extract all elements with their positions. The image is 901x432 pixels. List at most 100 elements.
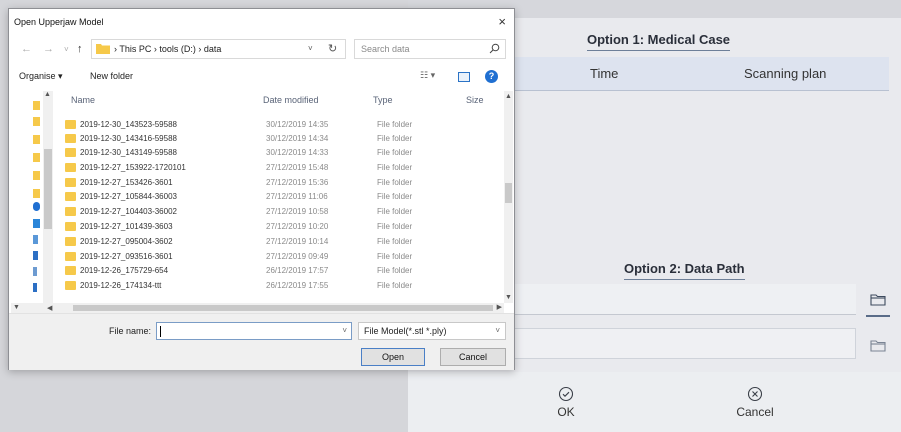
- new-folder-button[interactable]: New folder: [90, 71, 133, 81]
- file-type: File folder: [377, 222, 413, 231]
- chevron-down-icon[interactable]: ˅: [64, 45, 69, 54]
- refresh-icon[interactable]: ↻: [328, 42, 337, 55]
- column-size[interactable]: Size: [466, 95, 484, 105]
- folder-icon[interactable]: [33, 189, 40, 198]
- preview-pane-icon[interactable]: [458, 72, 470, 82]
- folder-icon[interactable]: [33, 153, 40, 162]
- file-row[interactable]: 2019-12-27_105844-36003 27/12/2019 11:06 F…: [61, 191, 506, 203]
- file-date: 30/12/2019 14:35: [266, 120, 329, 129]
- file-row[interactable]: 2019-12-30_143523-59588 30/12/2019 14:35 F…: [61, 119, 506, 131]
- folder-icon: [65, 163, 76, 172]
- file-name: 2019-12-30_143149-59588: [80, 148, 177, 157]
- file-type: File folder: [377, 120, 413, 129]
- column-date-modified[interactable]: Date modified: [263, 95, 319, 105]
- dialog-cancel-button[interactable]: Cancel: [440, 348, 506, 366]
- option2-title-text: Option 2: Data Path: [624, 261, 745, 276]
- folder-icon: [65, 266, 76, 275]
- file-name: 2019-12-26_174134-ttt: [80, 281, 162, 290]
- browse-folder-button-2[interactable]: [864, 331, 892, 359]
- file-row[interactable]: 2019-12-27_101439-3603 27/12/2019 10:20 Fi…: [61, 221, 506, 233]
- file-name: 2019-12-26_175729-654: [80, 266, 169, 275]
- help-icon[interactable]: ?: [485, 70, 498, 83]
- view-options-icon[interactable]: ☷ ▾: [420, 70, 435, 81]
- open-button[interactable]: Open: [361, 348, 425, 366]
- ok-button[interactable]: OK: [548, 386, 584, 419]
- scroll-down-icon[interactable]: ▼: [13, 304, 20, 311]
- drive-icon[interactable]: [33, 235, 38, 244]
- cancel-button[interactable]: Cancel: [730, 386, 780, 419]
- hscroll-thumb[interactable]: [73, 305, 493, 311]
- file-date: 30/12/2019 14:34: [266, 134, 329, 143]
- quick-access-folder-icon[interactable]: [33, 101, 40, 110]
- nav-pane-scroll-thumb[interactable]: [44, 149, 52, 229]
- scroll-down-icon[interactable]: ▼: [505, 294, 512, 301]
- chevron-down-icon[interactable]: ˅: [495, 326, 500, 335]
- folder-icon[interactable]: [33, 117, 40, 126]
- file-type-select[interactable]: File Model(*.stl *.ply) ˅: [358, 322, 506, 340]
- file-list-scroll-thumb[interactable]: [505, 183, 512, 203]
- file-name-input[interactable]: ˅: [156, 322, 352, 340]
- file-row[interactable]: 2019-12-30_143149-59588 30/12/2019 14:33 F…: [61, 147, 506, 159]
- scroll-up-icon[interactable]: ▲: [44, 91, 51, 98]
- file-date: 26/12/2019 17:55: [266, 281, 329, 290]
- folder-icon: [96, 44, 110, 54]
- file-type: File folder: [377, 192, 413, 201]
- column-type[interactable]: Type: [373, 95, 393, 105]
- file-date: 27/12/2019 11:06: [266, 192, 328, 201]
- file-row[interactable]: 2019-12-26_175729-654 26/12/2019 17:57 Fil…: [61, 265, 506, 277]
- nav-pane-hscroll[interactable]: ▼ ◀: [11, 303, 61, 313]
- file-type: File folder: [377, 237, 413, 246]
- option1-title-underline: [587, 50, 731, 51]
- forward-arrow-icon[interactable]: →: [43, 43, 54, 55]
- close-icon[interactable]: ×: [498, 14, 506, 29]
- navigation-pane: ▲: [11, 91, 56, 303]
- search-icon: [489, 43, 500, 54]
- nav-pane-scrollbar[interactable]: ▲: [43, 91, 53, 303]
- address-path: › This PC › tools (D:) › data: [114, 44, 222, 54]
- address-row: ← → ˅ ↑ › This PC › tools (D:) › data ˅ …: [9, 37, 514, 63]
- folder-icon: [65, 192, 76, 201]
- drive-icon[interactable]: [33, 267, 37, 276]
- file-row[interactable]: 2019-12-26_174134-ttt 26/12/2019 17:55 Fil…: [61, 280, 506, 292]
- column-time[interactable]: Time: [590, 66, 618, 81]
- file-name: 2019-12-27_104403-36002: [80, 207, 177, 216]
- folder-icon[interactable]: [33, 171, 40, 180]
- file-list-scrollbar[interactable]: ▲ ▼: [504, 91, 513, 303]
- file-name: 2019-12-30_143523-59588: [80, 120, 177, 129]
- up-arrow-icon[interactable]: ↑: [77, 43, 83, 55]
- onedrive-icon[interactable]: [33, 202, 40, 211]
- back-arrow-icon[interactable]: ←: [21, 43, 32, 55]
- cancel-label: Cancel: [736, 405, 774, 419]
- scroll-up-icon[interactable]: ▲: [505, 93, 512, 100]
- file-type-value: File Model(*.stl *.ply): [364, 326, 447, 336]
- file-row[interactable]: 2019-12-30_143416-59588 30/12/2019 14:34 F…: [61, 133, 506, 145]
- search-placeholder: Search data: [361, 44, 410, 54]
- file-row[interactable]: 2019-12-27_095004-3602 27/12/2019 10:14 Fi…: [61, 236, 506, 248]
- file-row[interactable]: 2019-12-27_153922-1720101 27/12/2019 15:4…: [61, 162, 506, 174]
- organise-menu[interactable]: Organise ▾: [19, 71, 63, 82]
- file-row[interactable]: 2019-12-27_104403-36002 27/12/2019 10:58 F…: [61, 206, 506, 218]
- scroll-left-icon[interactable]: ◀: [47, 304, 52, 312]
- file-type: File folder: [377, 252, 413, 261]
- chevron-down-icon[interactable]: ˅: [342, 326, 347, 335]
- folder-icon: [65, 207, 76, 216]
- search-input[interactable]: Search data: [354, 39, 506, 59]
- browse-folder-button-1[interactable]: [864, 285, 892, 317]
- folder-icon[interactable]: [33, 135, 40, 144]
- column-name[interactable]: Name: [71, 95, 95, 105]
- open-file-dialog: Open Upperjaw Model × ← → ˅ ↑ › This PC …: [8, 8, 515, 370]
- scroll-right-icon[interactable]: ▶: [497, 303, 502, 311]
- folder-icon: [65, 237, 76, 246]
- file-list: Name Date modified Type Size 2019-12-30_…: [61, 91, 506, 303]
- drive-icon[interactable]: [33, 251, 38, 260]
- file-row[interactable]: 2019-12-27_093516-3601 27/12/2019 09:49 Fi…: [61, 251, 506, 263]
- this-pc-icon[interactable]: [33, 219, 40, 228]
- chevron-down-icon[interactable]: ˅: [308, 44, 313, 53]
- address-bar[interactable]: › This PC › tools (D:) › data ˅ ↻: [91, 39, 346, 59]
- network-icon[interactable]: [33, 283, 37, 292]
- file-name: 2019-12-27_101439-3603: [80, 222, 173, 231]
- column-scanning-plan[interactable]: Scanning plan: [744, 66, 826, 81]
- file-list-hscroll[interactable]: ▶: [61, 303, 504, 313]
- file-row[interactable]: 2019-12-27_153426-3601 27/12/2019 15:36 Fi…: [61, 177, 506, 189]
- file-date: 27/12/2019 15:48: [266, 163, 329, 172]
